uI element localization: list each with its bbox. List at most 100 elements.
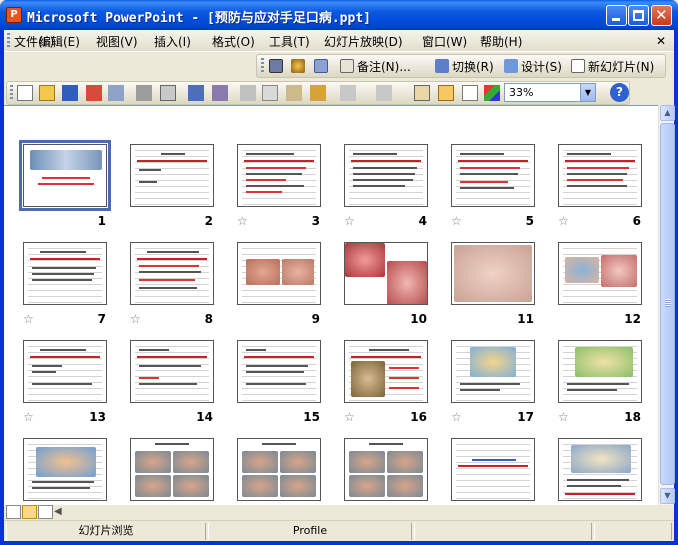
scroll-left-icon[interactable]: ◀ [54,506,62,517]
animation-star-icon[interactable]: ☆ [23,312,34,326]
handwashing-step-photo [387,451,423,473]
slide-thumbnail[interactable] [558,242,642,305]
slide-number: 18 [624,410,641,424]
menu-close-icon[interactable]: ✕ [656,34,666,48]
help-icon[interactable]: ? [610,83,629,102]
design-button[interactable]: 设计(S) [504,57,562,75]
animation-star-icon[interactable]: ☆ [23,410,34,424]
slide-thumbnail[interactable] [451,242,535,305]
paste-icon[interactable] [286,85,302,101]
slide-thumbnail[interactable] [558,144,642,207]
scroll-thumb[interactable] [660,123,675,485]
slide-thumbnail[interactable] [19,140,111,211]
animation-star-icon[interactable]: ☆ [237,214,248,228]
menu-window[interactable]: 窗口(W) [422,33,467,50]
scroll-up-icon[interactable]: ▲ [660,105,675,121]
animation-icon [291,59,305,73]
permission-icon[interactable] [86,85,102,101]
slide-thumbnail[interactable] [344,242,428,305]
animation-star-icon[interactable]: ☆ [344,214,355,228]
chevron-down-icon[interactable]: ▼ [580,84,595,101]
client-area: 文件(F) 编辑(E) 视图(V) 插入(I) 格式(O) 工具(T) 幻灯片放… [4,30,675,541]
new-slide-button[interactable]: 新幻灯片(N) [571,57,654,75]
slide-thumbnail[interactable] [344,438,428,501]
animation-star-icon[interactable]: ☆ [451,410,462,424]
slide-thumbnail[interactable] [130,144,214,207]
slide-thumbnail[interactable] [237,144,321,207]
slide-sorter-view-icon[interactable] [22,505,37,519]
notes-button[interactable]: 备注(N)... [340,57,411,75]
slide-thumbnail[interactable] [451,340,535,403]
scroll-down-icon[interactable]: ▼ [660,488,675,504]
menu-grip[interactable] [7,33,10,49]
research-icon[interactable] [212,85,228,101]
slide-thumbnail[interactable] [23,340,107,403]
slide-thumbnail[interactable] [558,438,642,501]
powerpoint-icon[interactable]: P [6,7,22,23]
slide-thumbnail[interactable] [344,340,428,403]
slide-thumbnail[interactable] [130,242,214,305]
animation-star-icon[interactable]: ☆ [558,214,569,228]
format-painter-icon[interactable] [310,85,326,101]
grid-icon[interactable] [462,85,478,101]
menu-tools[interactable]: 工具(T) [269,33,310,50]
slide-thumbnail[interactable] [23,242,107,305]
hide-slide-button[interactable] [269,57,283,75]
menu-insert[interactable]: 插入(I) [154,33,191,50]
status-view: 幻灯片浏览 [6,523,206,540]
title-bar[interactable]: P Microsoft PowerPoint - [预防与应对手足口病.ppt]… [0,0,678,30]
email-icon[interactable] [108,85,124,101]
animation-star-icon[interactable]: ☆ [130,312,141,326]
slide-thumbnail[interactable] [451,438,535,501]
animation-star-icon[interactable]: ☆ [451,214,462,228]
menu-slideshow[interactable]: 幻灯片放映(D) [324,33,403,50]
cartoon-illustration [36,447,96,477]
toolbar-grip[interactable] [10,85,13,101]
zoom-select[interactable]: 33% ▼ [504,83,596,102]
save-icon[interactable] [62,85,78,101]
slideshow-view-icon[interactable] [38,505,53,519]
slide-thumbnail[interactable] [130,340,214,403]
slide-sorter[interactable]: 1 2 3 4 5 6 7 8 9 10 11 12 13 14 15 16 1… [4,105,658,522]
copy-icon[interactable] [262,85,278,101]
menu-edit[interactable]: 编辑(E) [39,33,80,50]
handwashing-step-photo [387,475,423,497]
new-icon[interactable] [17,85,33,101]
slide-thumbnail[interactable] [237,438,321,501]
undo-icon[interactable] [340,85,356,101]
expand-all-icon[interactable] [414,85,430,101]
animation-star-icon[interactable]: ☆ [344,410,355,424]
minimize-button[interactable] [606,5,627,26]
redo-icon[interactable] [376,85,392,101]
print-preview-icon[interactable] [160,85,176,101]
summary-slide-button[interactable] [314,57,328,75]
slide-thumbnail[interactable] [237,340,321,403]
menu-view[interactable]: 视图(V) [96,33,138,50]
print-icon[interactable] [136,85,152,101]
animation-star-icon[interactable]: ☆ [558,410,569,424]
spelling-icon[interactable] [188,85,204,101]
slide-thumbnail[interactable] [451,144,535,207]
vertical-scrollbar[interactable]: ▲ ▼ [658,105,675,505]
slide-thumbnail[interactable] [237,242,321,305]
cartoon-illustration [571,445,631,473]
menu-help[interactable]: 帮助(H) [480,33,522,50]
toolbar-grip[interactable] [261,58,264,74]
menu-format[interactable]: 格式(O) [212,33,255,50]
open-icon[interactable] [39,85,55,101]
slide-thumbnail[interactable] [558,340,642,403]
close-button[interactable]: ✕ [651,5,672,26]
slide-sorter-toolbar: 备注(N)... 切换(R) 设计(S) 新幻灯片(N) [4,53,674,80]
cut-icon[interactable] [240,85,256,101]
slide-thumbnail[interactable] [130,438,214,501]
maximize-button[interactable] [628,5,649,26]
animation-button[interactable] [291,57,305,75]
show-formatting-icon[interactable] [438,85,454,101]
slide-thumbnail[interactable] [344,144,428,207]
normal-view-icon[interactable] [6,505,21,519]
child-foot-photo [565,257,599,283]
window-title: Microsoft PowerPoint - [预防与应对手足口病.ppt] [27,11,371,26]
slide-thumbnail[interactable] [23,438,107,501]
color-grayscale-icon[interactable] [484,85,500,101]
transition-button[interactable]: 切换(R) [435,57,494,75]
